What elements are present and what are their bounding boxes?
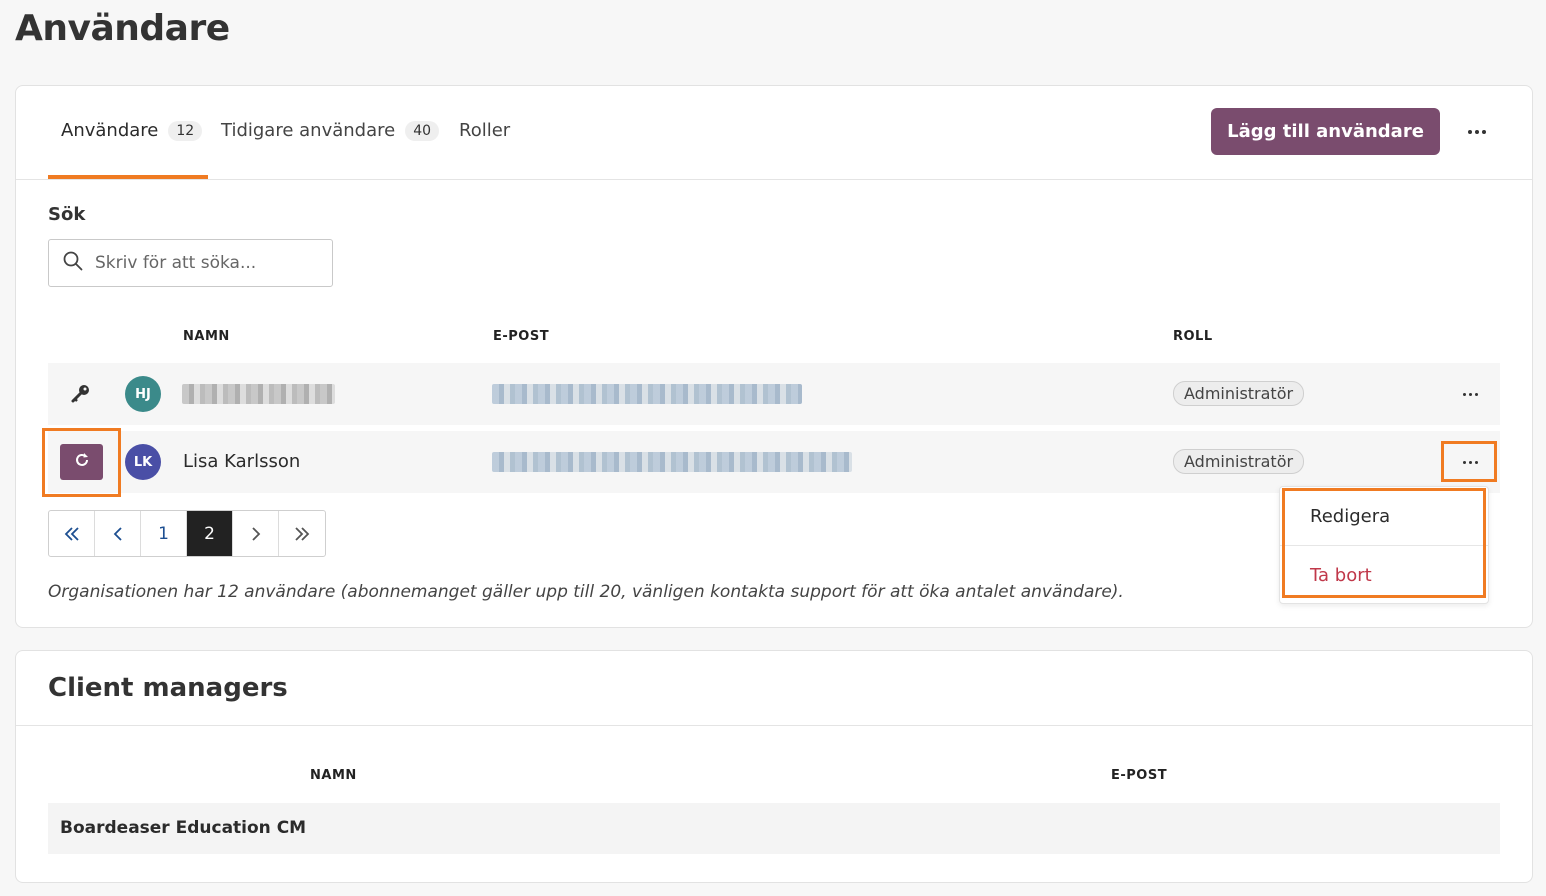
table-row: HJ Administratör bbox=[48, 363, 1500, 425]
role-badge: Administratör bbox=[1173, 449, 1305, 474]
table-row: LK Lisa Karlsson Administratör bbox=[48, 431, 1500, 493]
role-badge: Administratör bbox=[1173, 381, 1305, 406]
tab-former-users[interactable]: Tidigare användare 40 bbox=[221, 120, 440, 141]
search-icon bbox=[63, 251, 83, 275]
column-header-email: E-POST bbox=[493, 329, 550, 344]
tab-users-count: 12 bbox=[168, 120, 203, 141]
user-email-redacted bbox=[492, 384, 802, 404]
tab-roles-label: Roller bbox=[459, 120, 511, 141]
highlight-restore bbox=[42, 428, 121, 497]
avatar-initials: HJ bbox=[135, 386, 151, 402]
search-label: Sök bbox=[48, 204, 86, 225]
next-page-button[interactable] bbox=[233, 511, 279, 556]
user-limit-note: Organisationen har 12 användare (abonnem… bbox=[48, 582, 1124, 602]
avatar-initials: LK bbox=[133, 454, 153, 470]
tab-roles[interactable]: Roller bbox=[459, 120, 510, 141]
highlight-row-actions bbox=[1441, 441, 1497, 482]
tab-users[interactable]: Användare 12 bbox=[61, 120, 203, 141]
row-actions-button[interactable] bbox=[1455, 384, 1485, 404]
cm-column-header-name: NAMN bbox=[310, 768, 357, 783]
column-header-name: NAMN bbox=[183, 329, 230, 344]
page-title: Användare bbox=[15, 8, 230, 49]
prev-page-button[interactable] bbox=[95, 511, 141, 556]
tab-bar: Användare 12 Tidigare användare 40 Rolle… bbox=[16, 86, 1532, 180]
divider bbox=[16, 725, 1532, 726]
users-card: Användare 12 Tidigare användare 40 Rolle… bbox=[15, 85, 1533, 628]
user-name-redacted bbox=[182, 384, 335, 404]
page-1-button[interactable]: 1 bbox=[141, 511, 187, 556]
avatar: LK bbox=[125, 444, 161, 480]
avatar: HJ bbox=[125, 376, 161, 412]
more-options-button[interactable] bbox=[1462, 122, 1492, 142]
client-managers-card: Client managers NAMN E-POST Boardeaser E… bbox=[15, 650, 1533, 883]
search-input[interactable] bbox=[95, 253, 315, 273]
cm-column-header-email: E-POST bbox=[1111, 768, 1168, 783]
column-header-role: ROLL bbox=[1173, 329, 1213, 344]
pagination: 1 2 bbox=[48, 510, 326, 557]
add-user-button[interactable]: Lägg till användare bbox=[1211, 108, 1440, 155]
tab-former-users-count: 40 bbox=[405, 120, 440, 141]
last-page-button[interactable] bbox=[279, 511, 325, 556]
user-email-redacted bbox=[492, 452, 852, 472]
tab-users-label: Användare bbox=[61, 120, 159, 141]
first-page-button[interactable] bbox=[49, 511, 95, 556]
tab-former-users-label: Tidigare användare bbox=[221, 120, 396, 141]
table-row: Boardeaser Education CM bbox=[48, 803, 1500, 854]
key-icon bbox=[70, 383, 92, 409]
client-managers-title: Client managers bbox=[48, 673, 288, 703]
search-box bbox=[48, 239, 333, 287]
active-tab-indicator bbox=[48, 175, 208, 179]
page-2-button[interactable]: 2 bbox=[187, 511, 233, 556]
user-name: Lisa Karlsson bbox=[183, 451, 301, 472]
highlight-menu bbox=[1282, 488, 1486, 598]
client-manager-name: Boardeaser Education CM bbox=[60, 818, 307, 838]
